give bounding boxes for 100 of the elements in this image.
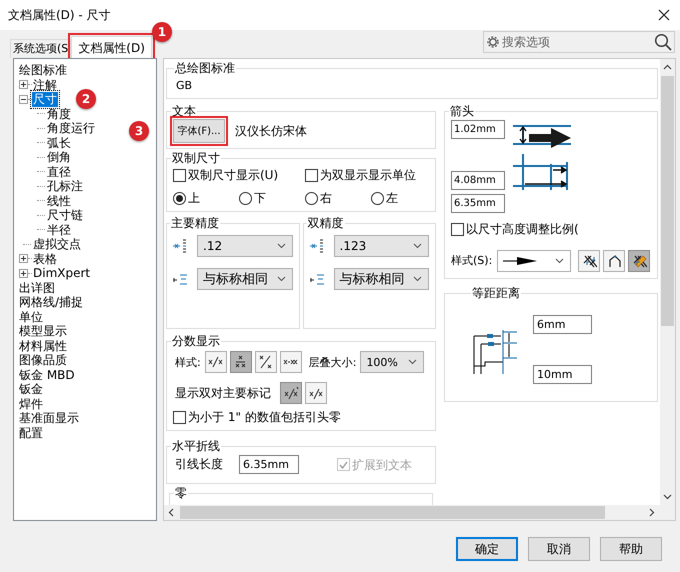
- precision-icon: [172, 238, 188, 254]
- dropdown[interactable]: .123: [334, 235, 429, 257]
- distance-field[interactable]: 6mm: [533, 315, 592, 334]
- radio-button[interactable]: 右: [305, 191, 371, 205]
- scroll-up-icon[interactable]: [663, 64, 672, 70]
- tree-item[interactable]: 网格线/捕捉: [18, 295, 84, 310]
- tab[interactable]: 文档属性(D): [71, 36, 152, 58]
- tree-item[interactable]: 绘图标准: [18, 63, 68, 78]
- checkbox[interactable]: 为小于 1" 的数值包括引头零: [173, 410, 341, 424]
- group-title: 水平折线: [171, 439, 221, 453]
- dropdown[interactable]: .12: [197, 235, 292, 257]
- caret-icon: [408, 359, 418, 365]
- expand-icon[interactable]: [19, 80, 28, 90]
- font-name: 汉仪长仿宋体: [235, 122, 307, 140]
- expand-icon[interactable]: [19, 254, 28, 264]
- tree-item[interactable]: 孔标注: [46, 179, 84, 194]
- tab[interactable]: 系统选项(S: [10, 39, 72, 58]
- dual-mark-button[interactable]: [280, 382, 302, 404]
- group-title: 双精度: [306, 216, 344, 230]
- arrows-icon: [606, 254, 622, 268]
- checkbox[interactable]: 以尺寸高度调整比例(: [451, 222, 579, 236]
- arrow-placement-button[interactable]: [628, 250, 650, 272]
- tree-item[interactable]: 弧长: [46, 136, 72, 150]
- tree-item[interactable]: 图像品质: [18, 353, 68, 368]
- tree-item[interactable]: 注解: [32, 78, 58, 92]
- font-button[interactable]: 字体(F)...: [173, 119, 225, 143]
- tree-item[interactable]: 配置: [18, 426, 44, 440]
- checkbox[interactable]: 双制尺寸显示(U): [173, 168, 305, 182]
- fraction-style-button[interactable]: [280, 351, 302, 373]
- collapse-icon[interactable]: [19, 94, 28, 104]
- fraction-style-button[interactable]: [204, 351, 227, 373]
- tree-item[interactable]: DimXpert: [32, 266, 92, 280]
- dialog-button[interactable]: 确定: [456, 537, 518, 561]
- tree-item[interactable]: 虚拟交点: [32, 237, 82, 252]
- arrow-style-dropdown[interactable]: [497, 250, 572, 272]
- group-title: 双制尺寸: [171, 151, 221, 165]
- length-field[interactable]: 6.35mm: [239, 455, 299, 474]
- tree-item[interactable]: 半径: [46, 222, 72, 237]
- tree-item[interactable]: 尺寸链: [46, 208, 84, 222]
- tree-item[interactable]: 材料属性: [18, 338, 68, 353]
- caret-icon: [413, 243, 422, 249]
- size-field[interactable]: 4.08mm: [451, 171, 505, 190]
- tree-item[interactable]: 出详图: [18, 280, 56, 295]
- tree-item[interactable]: 钣金: [18, 382, 44, 396]
- tree-item[interactable]: 基准面显示: [18, 411, 80, 426]
- tree-item[interactable]: 线性: [46, 194, 72, 208]
- tree-item[interactable]: 模型显示: [18, 324, 68, 338]
- tree-item[interactable]: 钣金 MBD: [18, 368, 76, 382]
- dialog-button[interactable]: 取消: [528, 537, 590, 561]
- group-title: 等距距离: [471, 286, 521, 300]
- arrow-placement-button[interactable]: [603, 250, 626, 272]
- group-title: 分数显示: [171, 334, 221, 348]
- tree-item[interactable]: 角度: [46, 106, 72, 121]
- tree-item[interactable]: 焊件: [18, 396, 44, 411]
- fraction-style-button[interactable]: [230, 351, 252, 373]
- distance-field[interactable]: 10mm: [533, 365, 592, 384]
- dropdown[interactable]: 100%: [360, 351, 424, 373]
- field-label: 样式(S):: [451, 253, 492, 268]
- precision-icon: [308, 238, 324, 254]
- expand-icon[interactable]: [19, 268, 28, 278]
- dropdown[interactable]: 与标称相同: [197, 268, 292, 290]
- search-field[interactable]: 搜索选项: [483, 31, 675, 53]
- search-icon[interactable]: [654, 33, 672, 51]
- radio-button[interactable]: 下: [239, 191, 305, 205]
- radio-button[interactable]: 左: [371, 191, 437, 205]
- group-title: 文本: [171, 104, 197, 118]
- size-field[interactable]: 1.02mm: [451, 120, 505, 139]
- tree-item[interactable]: 角度运行: [46, 121, 96, 136]
- fraction-icon: [308, 386, 324, 400]
- dialog-button[interactable]: 帮助: [600, 537, 662, 561]
- tree-item[interactable]: 直径: [46, 164, 72, 179]
- settings-icon[interactable]: [487, 36, 499, 48]
- field-label: 显示双对主要标记: [175, 384, 271, 402]
- tree-item[interactable]: 倒角: [46, 150, 72, 164]
- tree-item[interactable]: 单位: [18, 310, 44, 324]
- scrollbar-thumb[interactable]: [180, 506, 605, 519]
- caret-icon: [555, 258, 564, 264]
- caret-icon: [413, 276, 422, 282]
- scroll-left-icon[interactable]: [168, 508, 174, 517]
- radio-button[interactable]: 上: [173, 191, 239, 205]
- close-icon[interactable]: [658, 9, 670, 21]
- fraction-icon: [284, 386, 298, 400]
- size-field[interactable]: 6.35mm: [451, 194, 505, 213]
- caret-icon: [276, 276, 286, 282]
- field-label: 样式:: [175, 354, 201, 370]
- scroll-right-icon[interactable]: [649, 508, 655, 517]
- fraction-icon: [258, 355, 274, 369]
- tree-item[interactable]: 表格: [32, 252, 58, 266]
- arrows-icon: [632, 254, 647, 268]
- offset-dimension-drawing: [473, 330, 519, 374]
- dual-mark-button[interactable]: [305, 382, 327, 404]
- fraction-style-button[interactable]: [254, 351, 277, 373]
- scrollbar-thumb[interactable]: [661, 76, 674, 326]
- dropdown[interactable]: 与标称相同: [334, 268, 429, 290]
- arrows-icon: [582, 254, 597, 268]
- arrow-placement-button[interactable]: [578, 250, 600, 272]
- fraction-icon: [208, 355, 224, 369]
- group-title: 主要精度: [170, 216, 220, 230]
- scroll-down-icon[interactable]: [663, 494, 672, 500]
- checkbox[interactable]: 为双显示显示单位: [305, 168, 437, 182]
